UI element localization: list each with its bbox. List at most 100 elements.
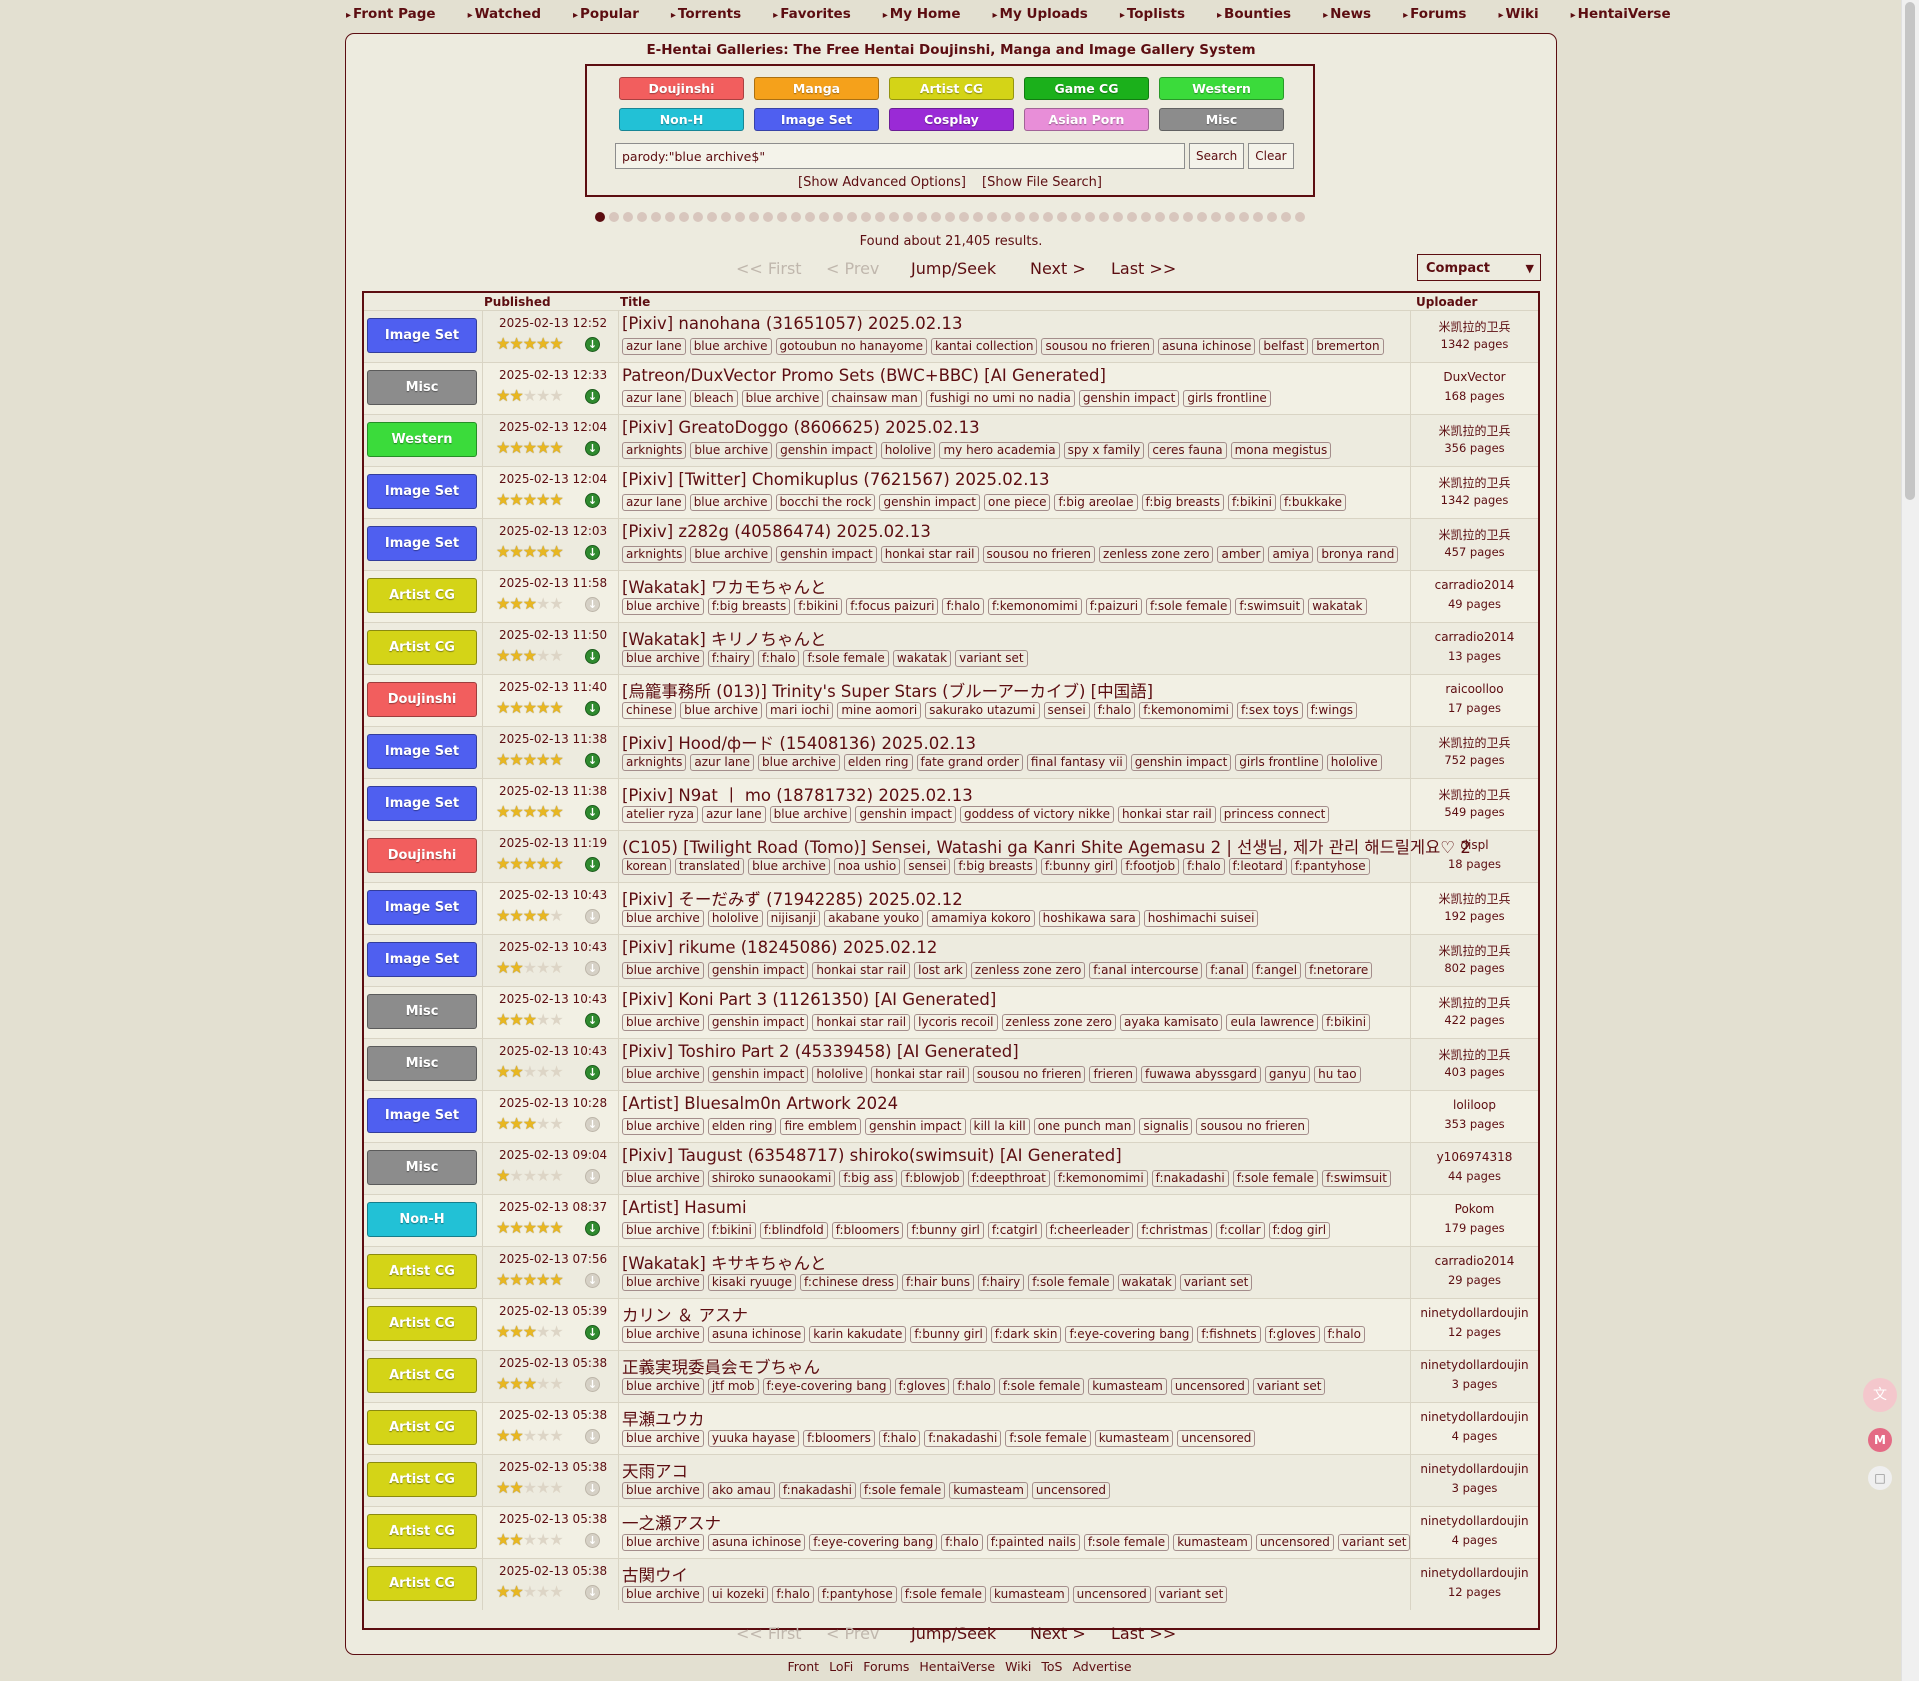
torrent-download-icon[interactable]: ↓	[585, 441, 600, 456]
gallery-tag[interactable]: f:christmas	[1137, 1222, 1212, 1239]
scrollbar-thumb[interactable]	[1905, 2, 1915, 500]
gallery-tag[interactable]: uncensored	[1255, 1534, 1334, 1551]
gallery-tag[interactable]: girls frontline	[1235, 754, 1323, 771]
category-asian-porn-button[interactable]: Asian Porn	[1024, 108, 1149, 131]
gallery-tag[interactable]: spy x family	[1063, 442, 1145, 459]
gallery-tag[interactable]: elden ring	[707, 1118, 777, 1135]
nav-item-watched[interactable]: Watched	[468, 0, 541, 28]
uploader-link[interactable]: ninetydollardoujin	[1412, 1514, 1537, 1528]
torrent-download-icon[interactable]: ↓	[585, 389, 600, 404]
gallery-title-link[interactable]: [烏籠事務所 (013)] Trinity's Super Stars (ブルー…	[622, 678, 1153, 702]
category-badge[interactable]: Image Set	[367, 526, 477, 561]
gallery-title-link[interactable]: [Artist] Hasumi	[622, 1198, 747, 1217]
prev-page-link-bottom[interactable]: < Prev	[826, 1624, 879, 1643]
uploader-link[interactable]: ninetydollardoujin	[1412, 1358, 1537, 1372]
gallery-tag[interactable]: f:nakadashi	[778, 1482, 856, 1499]
gallery-tag[interactable]: lost ark	[914, 962, 967, 979]
torrent-download-icon[interactable]: ↓	[585, 337, 600, 352]
gallery-tag[interactable]: f:sole female	[803, 650, 889, 667]
gallery-tag[interactable]: f:footjob	[1121, 858, 1180, 875]
gallery-title-link[interactable]: [Pixiv] N9at 丨 mo (18781732) 2025.02.13	[622, 782, 973, 806]
gallery-tag[interactable]: goddess of victory nikke	[959, 806, 1114, 823]
category-badge[interactable]: Artist CG	[367, 1306, 477, 1341]
torrent-download-icon[interactable]: ↓	[585, 1585, 600, 1600]
gallery-tag[interactable]: f:halo	[1093, 702, 1136, 719]
uploader-link[interactable]: ninetydollardoujin	[1412, 1462, 1537, 1476]
uploader-link[interactable]: DuxVector	[1412, 370, 1537, 384]
show-advanced-options-link[interactable]: [Show Advanced Options]	[798, 175, 966, 190]
gallery-tag[interactable]: ceres fauna	[1148, 442, 1227, 459]
gallery-tag[interactable]: noa ushio	[833, 858, 901, 875]
footer-link-forums[interactable]: Forums	[863, 1659, 909, 1674]
gallery-tag[interactable]: hololive	[880, 442, 936, 459]
category-badge[interactable]: Artist CG	[367, 630, 477, 665]
gallery-tag[interactable]: nijisanji	[766, 910, 821, 927]
uploader-link[interactable]: 米凯拉的卫兵	[1412, 734, 1537, 751]
gallery-tag[interactable]: f:bikini	[1227, 494, 1276, 511]
gallery-tag[interactable]: f:halo	[953, 1378, 995, 1395]
gallery-tag[interactable]: f:angel	[1251, 962, 1302, 979]
gallery-tag[interactable]: f:deepthroat	[967, 1170, 1050, 1187]
gallery-tag[interactable]: azur lane	[622, 338, 686, 355]
gallery-tag[interactable]: f:kemonomimi	[1139, 702, 1233, 719]
gallery-tag[interactable]: korean	[622, 858, 671, 875]
gallery-tag[interactable]: f:swimsuit	[1235, 598, 1305, 615]
gallery-tag[interactable]: f:catgirl	[987, 1222, 1042, 1239]
gallery-tag[interactable]: f:cheerleader	[1045, 1222, 1134, 1239]
uploader-link[interactable]: ninetydollardoujin	[1412, 1410, 1537, 1424]
gallery-tag[interactable]: f:big breasts	[954, 858, 1037, 875]
gallery-tag[interactable]: f:sole female	[1146, 598, 1232, 615]
translate-icon[interactable]: 文	[1863, 1378, 1897, 1412]
gallery-tag[interactable]: f:nakadashi	[1151, 1170, 1229, 1187]
gallery-title-link[interactable]: 一之瀬アスナ	[622, 1510, 721, 1534]
uploader-link[interactable]: ninetydollardoujin	[1412, 1566, 1537, 1580]
gallery-tag[interactable]: f:big breasts	[707, 598, 791, 615]
gallery-tag[interactable]: zenless zone zero	[1099, 546, 1214, 563]
gallery-tag[interactable]: f:fishnets	[1197, 1326, 1261, 1343]
gallery-tag[interactable]: wakatak	[1117, 1274, 1176, 1291]
gallery-title-link[interactable]: (C105) [Twilight Road (Tomo)] Sensei, Wa…	[622, 834, 1471, 858]
gallery-tag[interactable]: f:gloves	[894, 1378, 950, 1395]
gallery-tag[interactable]: arknights	[622, 546, 687, 563]
last-page-link[interactable]: Last >>	[1111, 259, 1176, 278]
gallery-tag[interactable]: blue archive	[622, 1326, 704, 1343]
gallery-tag[interactable]: f:gloves	[1264, 1326, 1320, 1343]
gallery-tag[interactable]: sakurako utazumi	[925, 702, 1040, 719]
nav-item-popular[interactable]: Popular	[573, 0, 639, 28]
gallery-tag[interactable]: blue archive	[622, 1222, 704, 1239]
gallery-title-link[interactable]: Patreon/DuxVector Promo Sets (BWC+BBC) […	[622, 366, 1106, 385]
category-badge[interactable]: Image Set	[367, 474, 477, 509]
gallery-tag[interactable]: karin kakudate	[809, 1326, 907, 1343]
gallery-tag[interactable]: f:pantyhose	[1290, 858, 1370, 875]
gallery-tag[interactable]: f:sole female	[1005, 1430, 1091, 1447]
nav-item-news[interactable]: News	[1323, 0, 1371, 28]
gallery-tag[interactable]: blue archive	[622, 1430, 704, 1447]
gallery-tag[interactable]: blue archive	[622, 1378, 704, 1395]
show-file-search-link[interactable]: [Show File Search]	[982, 175, 1102, 190]
extension-m-icon[interactable]: M	[1868, 1428, 1892, 1452]
gallery-tag[interactable]: blue archive	[622, 1066, 704, 1083]
gallery-tag[interactable]: uncensored	[1177, 1430, 1256, 1447]
gallery-tag[interactable]: kumasteam	[1173, 1534, 1252, 1551]
gallery-tag[interactable]: azur lane	[622, 390, 686, 407]
footer-link-front[interactable]: Front	[787, 1659, 819, 1674]
first-page-link[interactable]: << First	[736, 259, 802, 278]
gallery-tag[interactable]: blue archive	[622, 910, 704, 927]
torrent-download-icon[interactable]: ↓	[585, 1533, 600, 1548]
uploader-link[interactable]: 米凯拉的卫兵	[1412, 890, 1537, 907]
gallery-tag[interactable]: gotoubun no hanayome	[775, 338, 927, 355]
gallery-tag[interactable]: blue archive	[622, 650, 704, 667]
torrent-download-icon[interactable]: ↓	[585, 493, 600, 508]
gallery-tag[interactable]: yuuka hayase	[707, 1430, 800, 1447]
gallery-tag[interactable]: asuna ichinose	[707, 1326, 806, 1343]
torrent-download-icon[interactable]: ↓	[585, 1325, 600, 1340]
jump-seek-link-bottom[interactable]: Jump/Seek	[911, 1624, 996, 1643]
gallery-tag[interactable]: f:halo	[878, 1430, 921, 1447]
gallery-tag[interactable]: asuna ichinose	[707, 1534, 806, 1551]
gallery-tag[interactable]: girls frontline	[1183, 390, 1271, 407]
gallery-tag[interactable]: f:hairy	[978, 1274, 1025, 1291]
gallery-title-link[interactable]: [Pixiv] Toshiro Part 2 (45339458) [AI Ge…	[622, 1042, 1019, 1061]
gallery-tag[interactable]: genshin impact	[707, 1066, 809, 1083]
gallery-tag[interactable]: genshin impact	[776, 442, 877, 459]
gallery-tag[interactable]: elden ring	[843, 754, 913, 771]
